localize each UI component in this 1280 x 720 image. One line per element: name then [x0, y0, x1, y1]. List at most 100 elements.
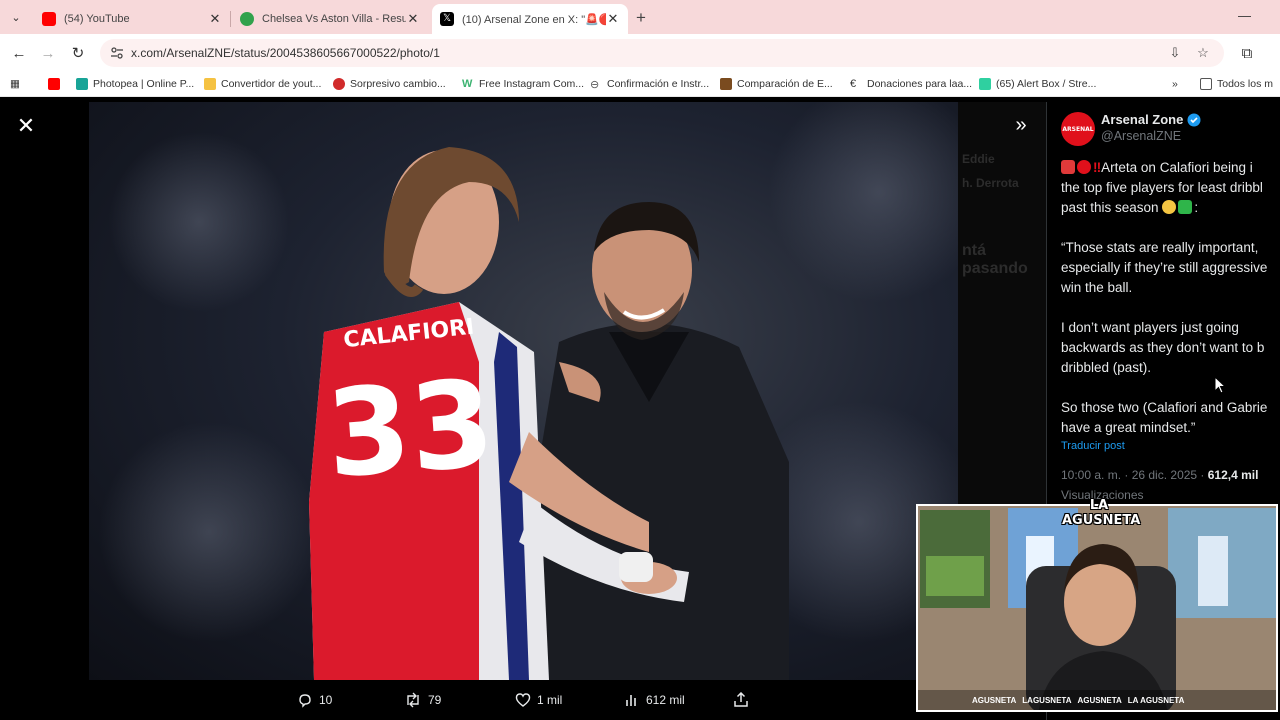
like-button[interactable]: 1 mil [515, 690, 562, 710]
bookmark-label: Sorpresivo cambio... [350, 78, 446, 90]
tab-arsenal-zone[interactable]: 𝕏 (10) Arsenal Zone en X: "🚨🔴 ✕ [432, 4, 628, 34]
install-app-icon[interactable]: ⇩ [1166, 44, 1184, 62]
photo-viewer: ✕ CALAFIORI 33 Eddie h. Derrota ntá pasa… [0, 102, 1046, 720]
tab-strip: ⌄ (54) YouTube ✕ Chelsea Vs Aston Villa … [0, 0, 1280, 34]
photo-illustration: CALAFIORI 33 [99, 102, 958, 680]
post-photo[interactable]: CALAFIORI 33 [89, 102, 958, 680]
tab-title: (54) YouTube [64, 13, 130, 25]
repost-count: 79 [428, 693, 442, 707]
link-icon: ⊖ [590, 79, 600, 91]
stream-logo: LA AGUSNETA [1062, 498, 1141, 528]
verified-badge-icon [1187, 113, 1201, 126]
bookmark-label: Free Instagram Com... [479, 78, 585, 90]
flushed-face-emoji-icon [1162, 200, 1177, 214]
youtube-icon [48, 78, 60, 90]
site-settings-icon[interactable] [110, 46, 124, 60]
author-handle[interactable]: @ArsenalZNE [1101, 129, 1181, 143]
w-icon: W [462, 78, 473, 90]
minimize-icon[interactable]: — [1238, 8, 1251, 23]
browser-toolbar: ← → ↻ x.com/ArsenalZNE/status/2004538605… [0, 34, 1280, 71]
close-icon[interactable]: ✕ [16, 115, 36, 137]
tab-title: Chelsea Vs Aston Villa - Resulta [262, 13, 406, 25]
bookmark-label: Todos los m [1217, 78, 1274, 90]
folder-icon [1200, 78, 1212, 90]
photopea-icon [76, 78, 88, 90]
repost-button[interactable]: 79 [404, 690, 441, 710]
more-bookmarks-icon[interactable]: » [1172, 76, 1178, 92]
bookmark-photopea[interactable]: Photopea | Online P... [76, 76, 194, 92]
apps-grid-icon[interactable]: ▦ [10, 76, 20, 92]
bookmark-label: Comparación de E... [737, 78, 833, 90]
webcam-scene [918, 506, 1276, 710]
instagram-handle: AGUSNETA [972, 695, 1017, 705]
bookmark-confirmacion[interactable]: ⊖ Confirmación e Instr... [590, 76, 709, 92]
stream-socials-bar: AGUSNETA LAGUSNETA AGUSNETA LA AGUSNETA [918, 690, 1276, 710]
tab-chelsea[interactable]: Chelsea Vs Aston Villa - Resulta ✕ [232, 4, 428, 34]
alertbox-icon [979, 78, 991, 90]
bookmark-instagram-comments[interactable]: W Free Instagram Com... [462, 76, 584, 92]
shirt-number: 33 [322, 355, 498, 505]
bookmark-donaciones[interactable]: € Donaciones para laa... [850, 76, 972, 92]
back-icon[interactable]: ← [8, 42, 30, 64]
youtube-icon [42, 12, 56, 26]
euro-icon: € [850, 78, 857, 90]
x-handle: LAGUSNETA [1022, 695, 1072, 705]
post-actions-bar: 10 79 1 mil 612 mil [0, 680, 1046, 720]
bookmark-star-icon[interactable]: ☆ [1194, 44, 1212, 62]
translate-post-link[interactable]: Traducir post [1061, 440, 1125, 452]
bookmark-sorpresivo[interactable]: Sorpresivo cambio... [333, 76, 446, 92]
x-logo-icon: 𝕏 [440, 12, 454, 26]
bookmark-comparacion[interactable]: Comparación de E... [720, 76, 833, 92]
webcam-overlay: AGUSNETA LAGUSNETA AGUSNETA LA AGUSNETA [916, 504, 1278, 712]
share-button[interactable] [733, 690, 755, 710]
bookmark-label: Confirmación e Instr... [607, 78, 710, 90]
avatar[interactable]: ARSENAL [1061, 112, 1095, 146]
view-count: 612 mil [646, 693, 685, 707]
extensions-icon[interactable]: ⧉ [1236, 42, 1258, 64]
close-tab-icon[interactable]: ✕ [606, 11, 620, 27]
bookmarks-bar: ▦ Photopea | Online P... Convertidor de … [0, 71, 1280, 97]
youtube-handle: LA AGUSNETA [1127, 695, 1185, 705]
repost-icon [407, 692, 419, 708]
folder-yellow-icon [204, 78, 216, 90]
kick-handle: AGUSNETA [1077, 695, 1122, 705]
tab-search-chevron-icon[interactable]: ⌄ [6, 7, 26, 27]
expand-panel-icon[interactable]: » [1010, 114, 1032, 136]
bookmark-label: (65) Alert Box / Stre... [996, 78, 1097, 90]
address-bar[interactable]: x.com/ArsenalZNE/status/2004538605667000… [100, 39, 1224, 67]
close-tab-icon[interactable]: ✕ [208, 11, 222, 27]
tab-divider [230, 11, 231, 27]
like-count: 1 mil [537, 693, 563, 707]
views-button[interactable]: 612 mil [624, 690, 685, 710]
check-mark-emoji-icon [1178, 200, 1193, 214]
tab-youtube[interactable]: (54) YouTube ✕ [34, 4, 230, 34]
all-bookmarks-folder[interactable]: Todos los m [1200, 76, 1273, 92]
mouse-cursor-icon [1214, 376, 1226, 394]
bookmark-alert-box[interactable]: (65) Alert Box / Stre... [979, 76, 1096, 92]
url-text: x.com/ArsenalZNE/status/2004538605667000… [131, 46, 440, 60]
news-icon [333, 78, 345, 90]
double-exclamation-icon: ‼ [1093, 160, 1102, 175]
reload-icon[interactable]: ↻ [67, 42, 89, 64]
bookmark-label: Photopea | Online P... [93, 78, 195, 90]
reply-count: 10 [319, 693, 333, 707]
post-timestamp: 10:00 a. m. · 26 dic. 2025 · 612,4 mil [1061, 468, 1259, 482]
new-tab-icon[interactable]: + [636, 8, 646, 28]
post-text: ‼Arteta on Calafiori being i the top fiv… [1061, 160, 1268, 435]
bookmark-brown-icon [720, 78, 732, 90]
red-circle-emoji-icon [1077, 160, 1091, 174]
forward-icon[interactable]: → [37, 42, 59, 64]
analytics-icon [626, 695, 636, 706]
heart-icon [515, 693, 531, 707]
reply-button[interactable]: 10 [297, 690, 332, 710]
close-tab-icon[interactable]: ✕ [406, 11, 420, 27]
bookmark-label: Donaciones para laa... [867, 78, 973, 90]
author-name[interactable]: Arsenal Zone [1101, 112, 1201, 127]
share-icon [734, 692, 748, 707]
bookmark-convertidor[interactable]: Convertidor de yout... [204, 76, 321, 92]
bookmark-youtube[interactable] [48, 76, 65, 92]
reply-icon [299, 694, 311, 708]
soccer-ball-icon [240, 12, 254, 26]
bookmark-label: Convertidor de yout... [221, 78, 322, 90]
tab-title: (10) Arsenal Zone en X: "🚨🔴 [462, 13, 606, 26]
